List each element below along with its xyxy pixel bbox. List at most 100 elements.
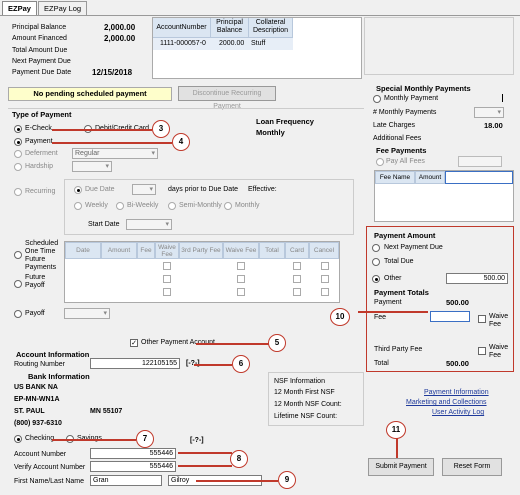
payoff-radio[interactable] [14,310,22,318]
first-name-input[interactable]: Gran [90,475,162,486]
num-payments-select[interactable] [474,107,504,118]
accounts-header-collateral[interactable]: Collateral Description [249,18,293,38]
grid-card-checkbox[interactable] [293,262,301,270]
third-party-waive-fee-checkbox[interactable] [478,347,486,355]
grid-card-checkbox[interactable] [293,275,301,283]
marketing-collections-link[interactable]: Marketing and Collections [406,399,487,406]
grid-waive-fee-checkbox[interactable] [237,288,245,296]
account-help-link[interactable]: [-?-] [190,437,204,444]
grid-cancel-checkbox[interactable] [321,262,329,270]
account-number-input[interactable]: 555446 [90,448,176,459]
weekly-radio[interactable] [74,202,82,210]
third-party-fee-label: Third Party Fee [374,346,423,353]
payment-label: Payment [25,138,53,145]
user-activity-log-link[interactable]: User Activity Log [432,409,484,416]
future-payoff-radio[interactable] [14,280,22,288]
monthly-label: Monthly [235,202,260,209]
recurring-radio[interactable] [14,188,22,196]
num-payments-label: # Monthly Payments [373,109,437,116]
semimonthly-radio[interactable] [168,202,176,210]
loan-frequency-label: Loan Frequency [256,117,314,126]
fee-label: Fee [374,314,387,321]
bank-name: US BANK NA [14,384,58,391]
callout-3: 3 [152,120,170,138]
fee-grid-header-amount[interactable]: Amount [415,171,445,184]
total-due-radio[interactable] [372,258,380,266]
grid-header-third-party-fee[interactable]: 3rd Party Fee [179,242,223,259]
scheduled-one-time-radio[interactable] [14,251,22,259]
grid-header-card[interactable]: Card [285,242,309,259]
other-payment-account-checkbox[interactable]: ✓ [130,339,138,347]
grid-header-waive-fee[interactable]: Waive Fee [155,242,179,259]
callout-9-line [196,480,278,482]
monthly-radio[interactable] [224,202,232,210]
fee-grid: Fee Name Amount [374,170,514,222]
late-charges-value: 18.00 [484,121,503,130]
other-amount-input[interactable]: 500.00 [446,273,508,284]
grid-header-amount[interactable]: Amount [101,242,137,259]
grid-waive-fee-checkbox[interactable] [163,275,171,283]
monthly-payment-radio[interactable] [373,95,381,103]
discontinue-recurring-button[interactable]: Discontinue Recurring Payment [178,86,276,110]
callout-4-line [52,142,172,144]
fee-input[interactable] [430,311,470,322]
verify-account-number-input[interactable]: 555446 [90,461,176,472]
tab-ezpay-log[interactable]: EZPay Log [38,1,88,15]
grid-header-fee[interactable]: Fee [137,242,155,259]
callout-6: 6 [232,355,250,373]
pay-all-fees-input[interactable] [458,156,502,167]
grid-header-total[interactable]: Total [259,242,285,259]
grid-header-waive-fee-2[interactable]: Waive Fee [223,242,259,259]
collateral-cell: Stuff [251,40,266,47]
callout-4: 4 [172,133,190,151]
checking-label: Checking [25,435,55,442]
payoff-label: Payoff [25,310,45,317]
grid-header-cancel[interactable]: Cancel [309,242,339,259]
waive-fee-label: Waive Fee [489,313,509,328]
echeck-label: E-Check [25,125,52,132]
due-date-radio[interactable] [74,186,82,194]
grid-waive-fee-checkbox[interactable] [163,288,171,296]
routing-number-input[interactable]: 122105155 [90,358,180,369]
grid-waive-fee-checkbox[interactable] [237,262,245,270]
grid-waive-fee-checkbox[interactable] [237,275,245,283]
hardship-radio[interactable] [14,163,22,171]
hardship-select[interactable] [72,161,112,172]
accounts-header-number[interactable]: AccountNumber [153,18,211,38]
other-amount-radio[interactable] [372,275,380,283]
table-row[interactable]: 1111-000057-0 2000.00 Stuff [153,38,293,50]
accounts-header-principal[interactable]: Principal Balance [211,18,249,38]
payoff-select[interactable] [64,308,110,319]
grid-header-date[interactable]: Date [65,242,101,259]
late-charges-label: Late Charges [373,122,416,129]
bank-phone: (800) 937-6310 [14,420,62,427]
payment-radio[interactable] [14,138,22,146]
submit-payment-button[interactable]: Submit Payment [368,458,434,476]
grid-cancel-checkbox[interactable] [321,288,329,296]
echeck-radio[interactable] [14,125,22,133]
due-date-days-select[interactable] [132,184,156,195]
semimonthly-label: Semi-Monthly [179,202,222,209]
payment-information-link[interactable]: Payment Information [424,389,489,396]
next-payment-due-radio[interactable] [372,244,380,252]
waive-fee-checkbox[interactable] [478,315,486,323]
monthly-payment-caret [502,94,503,102]
payment-total-value: 500.00 [446,298,469,307]
callout-7-line [52,439,136,441]
fee-grid-header-name[interactable]: Fee Name [375,171,415,184]
tab-ezpay[interactable]: EZPay [2,1,37,15]
right-top-panel [364,17,514,75]
monthly-payment-label: Monthly Payment [384,95,439,102]
grid-waive-fee-checkbox[interactable] [163,262,171,270]
fee-grid-selected-cell[interactable] [445,171,513,184]
grid-cancel-checkbox[interactable] [321,275,329,283]
grid-card-checkbox[interactable] [293,288,301,296]
pay-all-fees-radio[interactable] [376,158,384,166]
biweekly-radio[interactable] [116,202,124,210]
financed-value: 2,000.00 [104,34,136,43]
deferment-select[interactable]: Regular [72,148,158,159]
checking-radio[interactable] [14,435,22,443]
deferment-radio[interactable] [14,150,22,158]
reset-form-button[interactable]: Reset Form [442,458,502,476]
start-date-select[interactable] [126,219,172,230]
